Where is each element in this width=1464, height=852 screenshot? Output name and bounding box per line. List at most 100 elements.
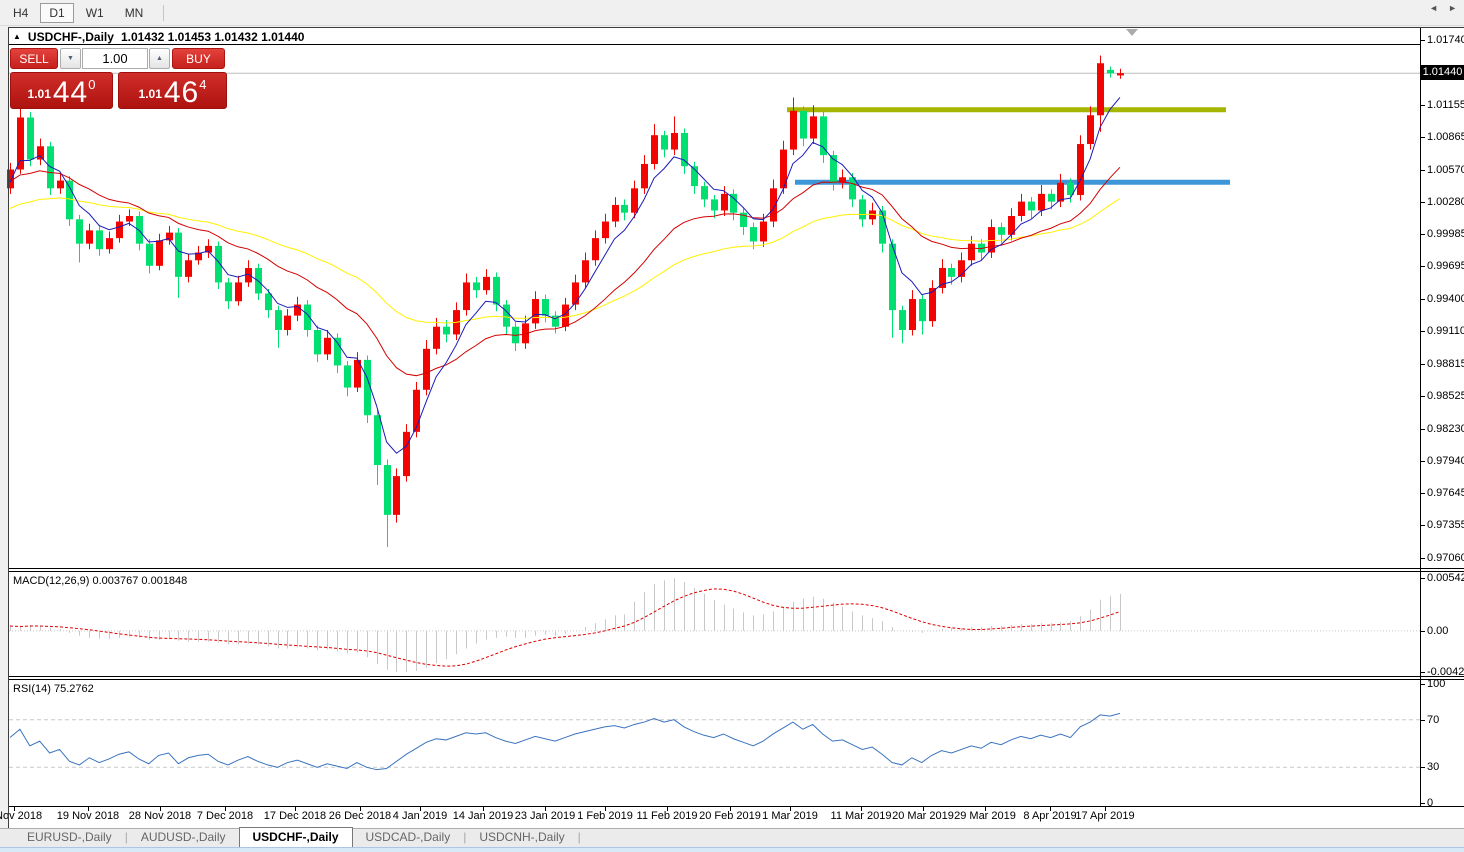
price-axis-label-tick xyxy=(1421,331,1425,332)
price-axis-label: 0.97940 xyxy=(1427,454,1464,468)
date-label: 17 Apr 2019 xyxy=(1059,810,1151,822)
chart-symbol-label: USDCHF-,Daily xyxy=(28,30,114,44)
rsi-axis-label-tick xyxy=(1421,684,1425,685)
price-axis-label: 0.99985 xyxy=(1427,227,1464,241)
date-tick xyxy=(295,807,296,811)
price-axis-label: 1.00570 xyxy=(1427,163,1464,177)
macd-indicator-label: MACD(12,26,9) 0.003767 0.001848 xyxy=(13,575,187,587)
horizontal-rays-layer xyxy=(787,110,1230,183)
price-axis-label-tick xyxy=(1421,170,1425,171)
price-axis-label-tick xyxy=(1421,396,1425,397)
price-axis-label-tick xyxy=(1421,299,1425,300)
date-tick xyxy=(160,807,161,811)
taskbar-edge xyxy=(0,847,1464,852)
timeframe-button-d1[interactable]: D1 xyxy=(40,3,73,23)
price-axis-label-tick xyxy=(1421,364,1425,365)
buy-price-prefix: 1.01 xyxy=(139,87,162,101)
buy-button[interactable]: BUY xyxy=(172,48,225,69)
candlestick-layer xyxy=(7,55,1124,546)
macd-axis-label: 0.005429 xyxy=(1427,571,1464,585)
chart-ohlc-readout: 1.01432 1.01453 1.01432 1.01440 xyxy=(121,30,305,44)
chart-window-top-border xyxy=(8,27,1464,28)
buy-price-pip: 4 xyxy=(199,77,206,92)
date-tick xyxy=(420,807,421,811)
price-axis-label: 0.97060 xyxy=(1427,551,1464,565)
date-tick xyxy=(483,807,484,811)
macd-histogram-layer xyxy=(11,578,1121,672)
date-tick xyxy=(667,807,668,811)
price-axis-label: 0.98525 xyxy=(1427,389,1464,403)
date-tick xyxy=(360,807,361,811)
chart-tab-audusd[interactable]: AUDUSD-,Daily xyxy=(128,829,239,847)
price-axis-label-tick xyxy=(1421,202,1425,203)
price-axis-label-tick xyxy=(1421,461,1425,462)
macd-axis-label: 0.00 xyxy=(1427,624,1448,638)
chart-title: ▲ USDCHF-,Daily 1.01432 1.01453 1.01432 … xyxy=(13,30,304,44)
timeframe-button-h4[interactable]: H4 xyxy=(4,3,37,23)
rsi-axis-label-tick xyxy=(1421,720,1425,721)
sell-price-prefix: 1.01 xyxy=(28,87,51,101)
price-axis-label: 0.98230 xyxy=(1427,422,1464,436)
price-axis-label-tick xyxy=(1421,266,1425,267)
timeframe-toolbar: H4D1W1MN xyxy=(0,0,1464,26)
collapse-arrow-icon[interactable]: ▲ xyxy=(13,32,21,41)
timeframe-button-mn[interactable]: MN xyxy=(116,3,153,23)
volume-increase-button[interactable]: ▲ xyxy=(149,48,170,69)
price-axis-label-tick xyxy=(1421,525,1425,526)
title-underline xyxy=(9,44,1420,45)
date-tick xyxy=(1050,807,1051,811)
price-axis-label-tick xyxy=(1421,137,1425,138)
price-axis-label-tick xyxy=(1421,558,1425,559)
price-axis-label: 1.00865 xyxy=(1427,130,1464,144)
rsi-indicator-label: RSI(14) 75.2762 xyxy=(13,683,94,695)
chart-window-left-border xyxy=(8,27,9,847)
price-axis-label: 0.99400 xyxy=(1427,292,1464,306)
price-axis-label: 1.00280 xyxy=(1427,195,1464,209)
pane-splitter-rsi[interactable] xyxy=(9,676,1464,679)
rsi-axis-label-tick xyxy=(1421,803,1425,804)
macd-axis-label-tick xyxy=(1421,672,1425,673)
toolbar-separator xyxy=(163,5,164,21)
chart-tab-bar: EURUSD-,Daily | AUDUSD-,DailyUSDCHF-,Daily… xyxy=(0,828,1464,847)
price-axis-label: 0.97355 xyxy=(1427,518,1464,532)
pane-splitter-macd[interactable] xyxy=(9,568,1464,571)
date-tick xyxy=(88,807,89,811)
rsi-axis-label: 30 xyxy=(1427,760,1439,774)
timeframe-button-w1[interactable]: W1 xyxy=(77,3,113,23)
date-tick xyxy=(14,807,15,811)
rsi-axis-label-tick xyxy=(1421,767,1425,768)
main-macd-splitter-bottom xyxy=(9,571,1464,572)
chart-canvas[interactable] xyxy=(0,0,1464,852)
date-tick xyxy=(861,807,862,811)
volume-spinner: ▼ ▲ xyxy=(60,48,170,69)
price-axis-label: 1.01155 xyxy=(1427,98,1464,112)
price-axis-label-tick xyxy=(1421,105,1425,106)
chart-tab-eurusd[interactable]: EURUSD-,Daily xyxy=(14,829,125,847)
chart-tab-usdchf[interactable]: USDCHF-,Daily xyxy=(239,827,353,847)
sell-price-display: 1.01 44 0 xyxy=(10,72,113,109)
macd-rsi-splitter-bottom xyxy=(9,679,1464,680)
price-axis-label-tick xyxy=(1421,40,1425,41)
buy-price-display: 1.01 46 4 xyxy=(118,72,227,109)
time-axis-border xyxy=(9,806,1464,807)
rsi-axis-label: 70 xyxy=(1427,713,1439,727)
chart-tab-usdcad[interactable]: USDCAD-,Daily xyxy=(353,829,464,847)
volume-decrease-button[interactable]: ▼ xyxy=(60,48,81,69)
price-axis-label: 0.97645 xyxy=(1427,486,1464,500)
price-axis-label-tick xyxy=(1421,493,1425,494)
volume-input[interactable] xyxy=(82,48,148,69)
macd-axis-label-tick xyxy=(1421,631,1425,632)
macd-signal-line xyxy=(10,589,1120,666)
date-tick xyxy=(225,807,226,811)
sell-price-main: 44 xyxy=(53,79,88,106)
tab-scroll-left-icon[interactable]: ◄ xyxy=(1429,3,1438,13)
rsi-line xyxy=(10,713,1120,769)
chart-tab-usdcnh[interactable]: USDCNH-,Daily xyxy=(466,829,577,847)
tab-scroll-right-icon[interactable]: ► xyxy=(1448,3,1457,13)
date-tick xyxy=(545,807,546,811)
chart-shift-marker-icon[interactable] xyxy=(1126,29,1138,36)
sell-button[interactable]: SELL xyxy=(10,48,58,69)
tab-separator: | xyxy=(578,829,581,847)
chevron-up-icon: ▲ xyxy=(156,55,163,62)
chevron-down-icon: ▼ xyxy=(67,55,74,62)
